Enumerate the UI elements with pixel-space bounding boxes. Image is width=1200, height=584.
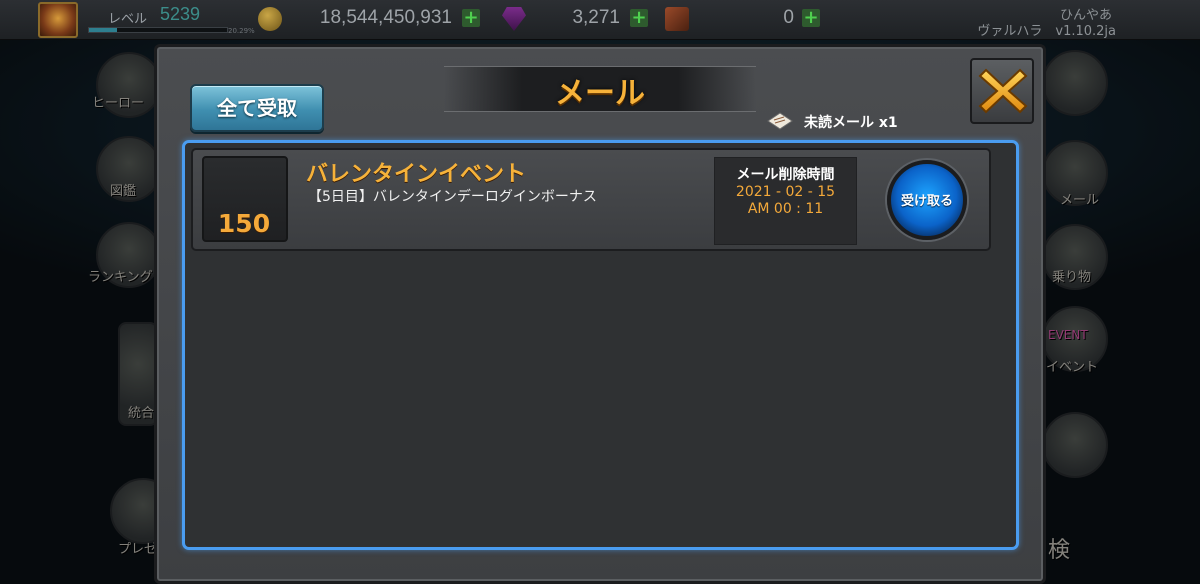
receive-button-label[interactable]: 受け取る (887, 190, 967, 209)
mail-title: バレンタインイベント (306, 162, 527, 187)
add-gem-button[interactable]: + (630, 9, 648, 27)
delete-time: AM 00 : 11 (747, 201, 824, 217)
cube-value: 0 (783, 7, 794, 28)
gold-value: 18,544,450,931 (319, 7, 452, 28)
dialog-title: メール (555, 76, 645, 111)
gem-value: 3,271 (572, 7, 620, 28)
server-version: ヴァルハラ v1.10.2ja (977, 24, 1116, 39)
mail-description: 【5日目】バレンタインデーログインボーナス (308, 189, 597, 205)
cube-icon (665, 7, 689, 31)
add-cube-button[interactable]: + (802, 9, 820, 27)
close-icon (978, 68, 1028, 114)
close-button[interactable] (970, 58, 1034, 124)
envelope-icon (767, 112, 793, 130)
avatar[interactable] (38, 2, 78, 38)
gold-coin-icon (258, 7, 282, 31)
level-label: レベル (108, 12, 148, 27)
xp-bar-fill (89, 28, 117, 32)
status-bar: レベル 5239 20.29% 18,544,450,931 + 3,271 +… (0, 0, 1200, 40)
delete-time-label: メール削除時間 (736, 167, 835, 183)
claim-all-button[interactable]: 全て受取 (190, 84, 324, 132)
reward-count: 150 (217, 209, 271, 238)
level-value: 5239 (160, 4, 201, 24)
xp-percent: 20.29% (228, 27, 255, 35)
delete-date: 2021 - 02 - 15 (735, 184, 836, 200)
xp-bar (88, 27, 228, 33)
unread-count: 未読メール x1 (804, 115, 898, 131)
add-gold-button[interactable]: + (462, 9, 480, 27)
gem-icon (502, 7, 526, 31)
